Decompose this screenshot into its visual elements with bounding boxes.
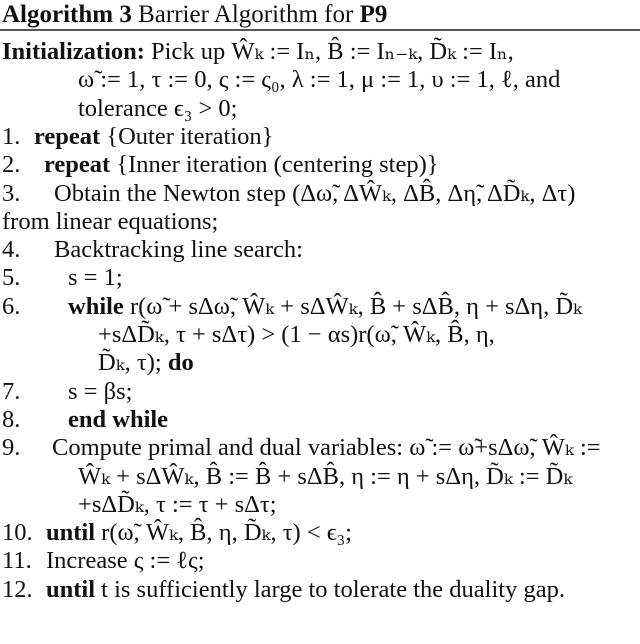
algorithm-line: Ŵₖ + sΔŴₖ, B̂ := B̂ + sΔB̂, η := η + sΔη… (78, 463, 572, 491)
line-text: {Outer iteration} (106, 122, 274, 150)
algorithm-line: 9. Compute primal and dual variables: ω̃ … (2, 434, 601, 462)
algorithm-line: Initialization: Pick up Ŵₖ := Iₙ, B̂ := … (2, 38, 514, 66)
line-text: tolerance ϵ₃ > 0; (78, 94, 238, 122)
keyword: do (161, 349, 194, 377)
algorithm-line: 6. while r(ω̃ + sΔω̃, Ŵₖ + sΔŴₖ, B̂ + sΔB… (2, 293, 582, 321)
keyword: repeat (34, 122, 107, 150)
algorithm-line: +sΔD̃ₖ, τ := τ + sΔτ; (78, 491, 277, 519)
line-text: from linear equations; (2, 207, 219, 235)
algorithm-line: 5. s = 1; (2, 264, 123, 292)
line-text: t is sufficiently large to tolerate the … (101, 575, 565, 603)
line-text: s = 1; (68, 264, 123, 292)
algorithm-title-text: Barrier Algorithm for (138, 1, 354, 28)
keyword: while (68, 292, 130, 320)
line-number: 12. (2, 575, 33, 603)
line-number: 10. (2, 519, 33, 547)
keyword: until (46, 575, 102, 603)
line-text: s = βs; (68, 377, 133, 405)
line-number: 3. (2, 179, 21, 207)
line-text: Ŵₖ + sΔŴₖ, B̂ := B̂ + sΔB̂, η := η + sΔη… (78, 462, 573, 490)
algorithm-line: tolerance ϵ₃ > 0; (78, 95, 237, 123)
line-number: 8. (2, 405, 21, 433)
line-number: 4. (2, 236, 21, 264)
line-text: {Inner iteration (centering step)} (116, 151, 439, 179)
line-text: +sΔD̃ₖ, τ := τ + sΔτ; (78, 490, 277, 518)
line-text: Pick up Ŵₖ := Iₙ, B̂ := Iₙ₋ₖ, D̃ₖ := Iₙ, (151, 38, 514, 65)
keyword: until (46, 519, 102, 547)
algorithm-line: 3. Obtain the Newton step (Δω̃, ΔŴₖ, ΔB̂,… (2, 180, 575, 208)
line-text: +sΔD̃ₖ, τ + sΔτ) > (1 − αs)r(ω̃, Ŵₖ, B̂,… (98, 321, 495, 348)
title-rule (0, 29, 640, 31)
algorithm-line: ω̃ := 1, τ := 0, ς := ς₀, λ := 1, μ := 1… (78, 66, 560, 94)
keyword: repeat (44, 151, 117, 179)
line-text: Increase ς := ℓς; (46, 547, 205, 575)
algorithm-line: 8. end while (2, 406, 168, 434)
keyword: Initialization: (2, 38, 152, 65)
line-number: 1. (2, 122, 21, 150)
line-number: 9. (2, 434, 21, 462)
keyword: end while (68, 405, 169, 433)
line-text: r(ω̃ + sΔω̃, Ŵₖ + sΔŴₖ, B̂ + sΔB̂, η + s… (129, 292, 582, 320)
algorithm-line: +sΔD̃ₖ, τ + sΔτ) > (1 − αs)r(ω̃, Ŵₖ, B̂,… (98, 321, 495, 349)
algorithm-line: D̃ₖ, τ); do (98, 349, 194, 377)
algorithm-line: 4. Backtracking line search: (2, 236, 303, 264)
algorithm-line: 10. until r(ω̃, Ŵₖ, B̂, η, D̃ₖ, τ) < ϵ₃; (2, 519, 352, 547)
algorithm-line: 2. repeat {Inner iteration (centering ste… (2, 151, 439, 179)
line-number: 6. (2, 292, 21, 320)
line-text: Compute primal and dual variables: ω̃ :=… (52, 434, 601, 462)
algorithm-line: from linear equations; (2, 208, 218, 236)
line-text: ω̃ := 1, τ := 0, ς := ς₀, λ := 1, μ := 1… (78, 66, 561, 94)
algorithm-line: 7. s = βs; (2, 378, 132, 406)
line-text: r(ω̃, Ŵₖ, B̂, η, D̃ₖ, τ) < ϵ₃; (101, 519, 353, 547)
algorithm-line: 1. repeat {Outer iteration} (2, 123, 273, 151)
line-text: Obtain the Newton step (Δω̃, ΔŴₖ, ΔB̂, Δ… (54, 179, 576, 207)
algorithm-line: 11. Increase ς := ℓς; (2, 547, 205, 575)
algorithm-label: Algorithm 3 (2, 1, 132, 28)
line-number: 5. (2, 264, 21, 292)
line-number: 11. (2, 547, 32, 575)
line-number: 7. (2, 377, 21, 405)
line-number: 2. (2, 151, 21, 179)
line-text: D̃ₖ, τ); (98, 349, 162, 377)
algorithm-problem: P9 (359, 1, 388, 28)
line-text: Backtracking line search: (54, 236, 303, 264)
algorithm-line: 12. until t is sufficiently large to tole… (2, 576, 565, 604)
algorithm-title: Algorithm 3 Barrier Algorithm for P9 (2, 0, 387, 30)
